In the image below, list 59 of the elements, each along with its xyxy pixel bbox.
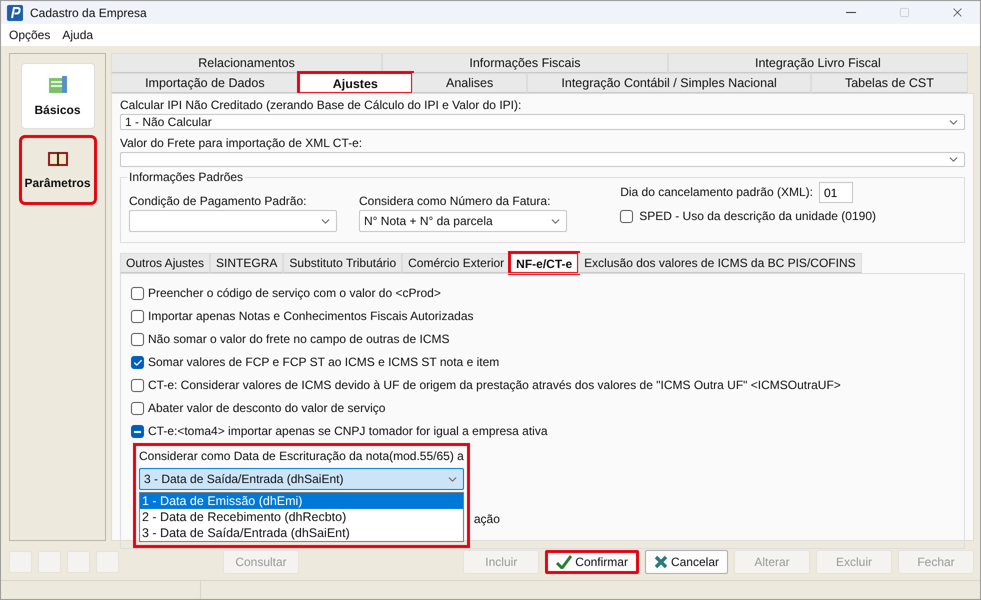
checkbox-label: CT-e:<toma4> importar apenas se CNPJ tomador for igual a empresa ativa: [148, 424, 548, 439]
checkbox-label: SPED - Uso da descrição da unidade (0190): [639, 209, 876, 224]
checkbox-label: ação: [474, 512, 500, 526]
action-button[interactable]: Cancelar: [644, 550, 728, 574]
sidebar-button[interactable]: Parâmetros: [20, 137, 94, 203]
tab[interactable]: Integração Livro Fiscal: [668, 53, 968, 73]
checkbox-label: Abater valor de desconto do valor de serviço: [148, 401, 386, 416]
day-input[interactable]: 01: [818, 182, 853, 203]
menu-item[interactable]: Opções: [9, 28, 50, 42]
checkbox-label: Não somar o valor do frete no campo de outras de ICMS: [148, 332, 450, 347]
checkbox[interactable]: [131, 287, 144, 300]
tab[interactable]: Relacionamentos: [111, 53, 382, 73]
field-label: Condição de Pagamento Padrão:: [129, 194, 308, 209]
dropdown-option[interactable]: 1 - Data de Emissão (dhEmi): [140, 493, 463, 509]
tab[interactable]: Exclusão dos valores de ICMS da BC PIS/COFINS: [578, 253, 862, 273]
checkbox-label: Somar valores de FCP e FCP ST ao ICMS e ICMS ST nota e item: [148, 355, 500, 370]
field-label: Dia do cancelamento padrão (XML):: [620, 185, 813, 200]
tab[interactable]: Comércio Exterior: [402, 253, 510, 273]
tab[interactable]: NF-e/CT-e: [510, 253, 578, 273]
group-title: Informações Padrões: [127, 170, 246, 184]
tab[interactable]: Integração Contábil / Simples Nacional: [527, 73, 811, 93]
menu-item[interactable]: Ajuda: [62, 28, 94, 42]
freight-select[interactable]: [120, 152, 965, 167]
checkbox[interactable]: [131, 356, 144, 369]
checkbox[interactable]: [131, 425, 144, 438]
app-logo-icon: [7, 4, 23, 20]
field-label: Calcular IPI Não Creditado (zerando Base de Cálculo do IPI e Valor do IPI):: [120, 98, 522, 113]
date-select[interactable]: 3 - Data de Saída/Entrada (dhSaiEnt): [139, 468, 464, 490]
checkmark-icon: [556, 555, 572, 569]
checkbox-label: Preencher o código de serviço com o valor do <cProd>: [148, 286, 441, 301]
checkbox[interactable]: [131, 379, 144, 392]
checkbox-label: Importar apenas Notas e Conhecimentos Fiscais Autorizadas: [148, 309, 474, 324]
payment-select[interactable]: [129, 210, 337, 232]
window-title: Cadastro da Empresa: [30, 6, 148, 20]
tab[interactable]: Substituto Tributário: [283, 253, 402, 273]
maximize-icon: [898, 7, 910, 18]
ipi-select[interactable]: 1 - Não Calcular: [120, 114, 965, 130]
checkbox[interactable]: [131, 402, 144, 415]
tab[interactable]: Outros Ajustes: [120, 253, 210, 273]
document-stack-icon: [46, 75, 68, 95]
close-icon: [654, 555, 668, 569]
tab[interactable]: SINTEGRA: [210, 253, 284, 273]
minimize-icon: [846, 12, 856, 13]
checkbox-label: CT-e: Considerar valores de ICMS devido à UF de origem da prestação através dos valores de "ICMS Outra UF" <ICMSOutraUF>: [148, 378, 841, 393]
tab[interactable]: Ajustes: [298, 73, 412, 93]
tab[interactable]: Analises: [412, 73, 528, 93]
book-icon: [46, 150, 68, 168]
field-label: Considerar como Data de Escrituração da nota(mod.55/65) a: [139, 449, 464, 464]
checkbox[interactable]: [131, 333, 144, 346]
tab[interactable]: Tabelas de CST: [810, 73, 968, 93]
checkbox[interactable]: [620, 210, 634, 223]
sidebar-button[interactable]: Básicos: [20, 63, 94, 129]
action-button[interactable]: Confirmar: [545, 550, 639, 574]
field-label: Valor do Frete para importação de XML CT-e:: [120, 136, 364, 151]
tab[interactable]: Informações Fiscais: [382, 53, 668, 73]
tab[interactable]: Importação de Dados: [111, 73, 299, 93]
invoice-select[interactable]: N° Nota + N° da parcela: [359, 210, 567, 232]
field-label: Considera como Número da Fatura:: [359, 194, 552, 209]
checkbox[interactable]: [131, 310, 144, 323]
